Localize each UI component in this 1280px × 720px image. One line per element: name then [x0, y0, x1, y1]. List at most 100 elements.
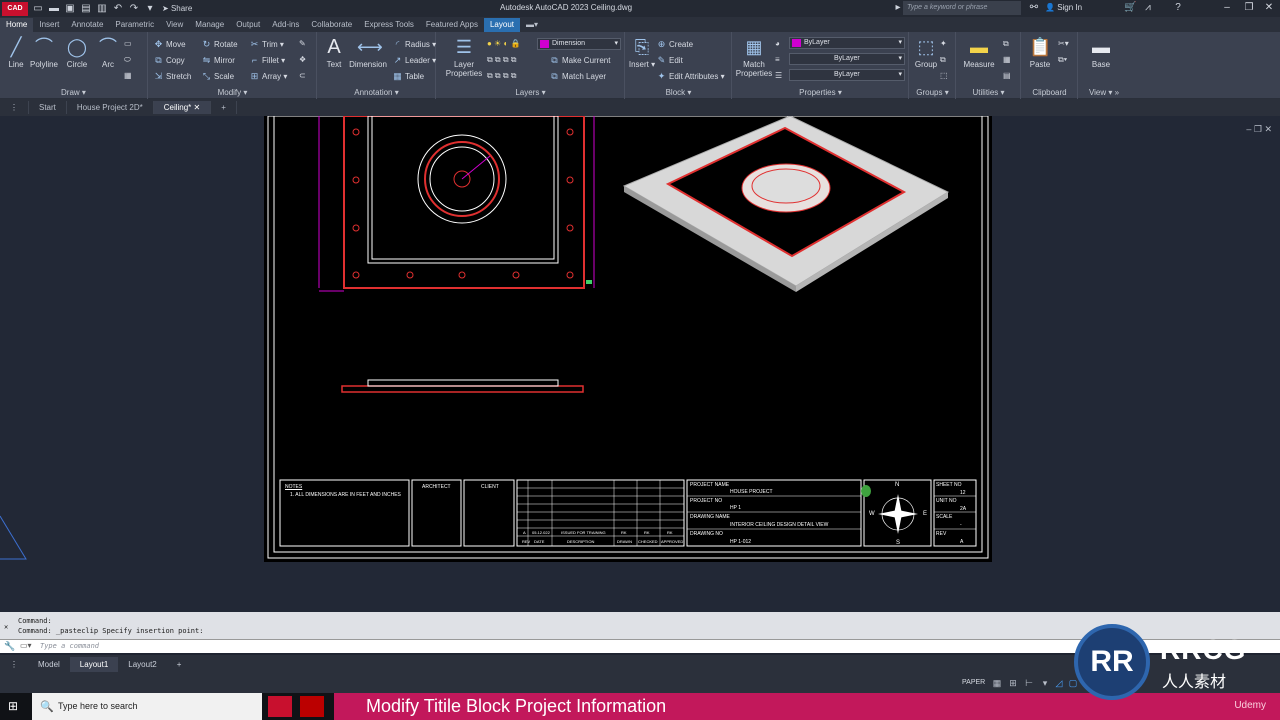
boundary-icon[interactable]: ▦ — [124, 70, 132, 82]
stretch-button[interactable]: ⇲ Stretch — [153, 70, 192, 82]
ribbon-minimize-icon[interactable]: ▬▾ — [520, 18, 544, 32]
measure-button[interactable]: ▬ Measure — [961, 36, 997, 69]
paper-space-toggle[interactable]: PAPER — [962, 679, 985, 686]
move-button[interactable]: ✥ Move — [153, 38, 186, 50]
drawing-name-value[interactable]: INTERIOR CEILING DESIGN DETAIL VIEW — [730, 522, 828, 528]
linetype-icon[interactable]: ≡ — [775, 54, 780, 66]
lineweight-icon[interactable]: ☰ — [775, 70, 782, 82]
id-point-icon[interactable]: ▤ — [1003, 70, 1011, 82]
cut-icon[interactable]: ✂▾ — [1058, 38, 1069, 50]
grid-icon[interactable]: ▦ — [992, 678, 1002, 688]
acrobat-taskbar-icon[interactable] — [300, 696, 324, 717]
modify-panel-label[interactable]: Modify ▾ — [149, 88, 316, 97]
sheet-no-value[interactable]: 12 — [960, 490, 966, 496]
print-icon[interactable]: ▥ — [96, 3, 108, 15]
taskbar-search-input[interactable]: 🔍 Type here to search — [32, 693, 262, 720]
command-input[interactable]: Type a command — [40, 642, 99, 650]
wrench-icon[interactable]: 🔧 — [4, 641, 15, 652]
ortho-icon[interactable]: ▾ — [1040, 678, 1050, 688]
layers-panel-label[interactable]: Layers ▾ — [437, 88, 624, 97]
tab-layout1[interactable]: Layout1 — [69, 656, 119, 672]
dimension-button[interactable]: ⟷ Dimension — [348, 36, 388, 69]
trim-button[interactable]: ✂ Trim ▾ — [249, 38, 284, 50]
draw-panel-label[interactable]: Draw ▾ — [0, 88, 147, 97]
calculator-icon[interactable]: ▦ — [1003, 54, 1011, 66]
tab-collaborate[interactable]: Collaborate — [305, 18, 358, 32]
layer-state-icons[interactable]: ● ☀ ◐ 🔒 — [487, 38, 520, 50]
hatch-icon[interactable]: ⬭ — [124, 54, 131, 66]
layer-properties-button[interactable]: ☰ Layer Properties — [443, 36, 485, 78]
ungroup-icon[interactable]: ✦ — [940, 38, 947, 50]
restore-icon[interactable]: ❐ — [1242, 2, 1256, 14]
quick-select-icon[interactable]: ⧉ — [1003, 38, 1009, 50]
tab-model[interactable]: Model — [28, 657, 70, 672]
scale-button[interactable]: ⤡ Scale — [201, 70, 234, 82]
annotation-panel-label[interactable]: Annotation ▾ — [318, 88, 435, 97]
rectangle-icon[interactable]: ▭ — [124, 38, 132, 50]
group-select-icon[interactable]: ⬚ — [940, 70, 948, 82]
close-icon[interactable]: ✕ — [1262, 2, 1276, 14]
edit-attributes-button[interactable]: ✦ Edit Attributes ▾ — [656, 70, 725, 82]
lineweight-dropdown[interactable]: ByLayer ▾ — [789, 69, 905, 81]
tab-output[interactable]: Output — [230, 18, 266, 32]
tab-add-ins[interactable]: Add-ins — [266, 18, 305, 32]
match-properties-button[interactable]: ▦ Match Properties — [735, 36, 773, 78]
cart-icon[interactable]: 🛒 — [1124, 2, 1136, 14]
dropdown-icon[interactable]: ▾ — [144, 3, 156, 15]
save-as-icon[interactable]: ▤ — [80, 3, 92, 15]
menu-icon[interactable]: ⋮ — [0, 101, 29, 114]
autocad-taskbar-icon[interactable] — [268, 696, 292, 717]
table-button[interactable]: ▦ Table — [392, 70, 424, 82]
circle-button[interactable]: ◯ Circle — [61, 36, 93, 69]
block-panel-label[interactable]: Block ▾ — [626, 88, 731, 97]
linetype-dropdown[interactable]: ByLayer ▾ — [789, 53, 905, 65]
help-search-input[interactable]: Type a keyword or phrase — [903, 1, 1021, 15]
close-command-icon[interactable]: ✕ — [4, 622, 8, 632]
explode-icon[interactable]: ❖ — [299, 54, 306, 66]
polyline-button[interactable]: ⌒ Polyline — [28, 36, 60, 69]
groups-panel-label[interactable]: Groups ▾ — [910, 88, 955, 97]
undo-icon[interactable]: ↶ — [112, 3, 124, 15]
rev-value[interactable]: A — [960, 539, 963, 545]
color-dropdown[interactable]: ByLayer ▾ — [789, 37, 905, 49]
layer-tool-icons-row2[interactable]: ⧉ ⧉ ⧉ ⧉ — [487, 70, 517, 82]
insert-button[interactable]: ⎘ Insert ▾ — [626, 36, 658, 69]
drawing-canvas[interactable]: – ❐ ✕ NOTES 1. ALL DIMENSIONS ARE IN FEE… — [0, 116, 1280, 612]
erase-icon[interactable]: ✎ — [299, 38, 306, 50]
clipboard-panel-label[interactable]: Clipboard — [1022, 88, 1077, 97]
command-dropdown-icon[interactable]: ▭▾ — [20, 641, 32, 650]
tab-insert[interactable]: Insert — [33, 18, 65, 32]
drawing-no-value[interactable]: HP 1-012 — [730, 539, 751, 545]
tab-home[interactable]: Home — [0, 18, 34, 32]
group-edit-icon[interactable]: ⧉ — [940, 54, 946, 66]
scale-value[interactable]: - — [960, 522, 962, 528]
fillet-button[interactable]: ⌐ Fillet ▾ — [249, 54, 285, 66]
redo-icon[interactable]: ↷ — [128, 3, 140, 15]
add-layout-icon[interactable]: + — [167, 657, 192, 672]
tab-annotate[interactable]: Annotate — [65, 18, 109, 32]
windows-start-icon[interactable]: ⊞ — [8, 699, 22, 713]
copy-button[interactable]: ⧉ Copy — [153, 54, 184, 66]
text-button[interactable]: A Text — [318, 36, 350, 69]
view-panel-label[interactable]: View ▾ » — [1079, 88, 1129, 97]
help-icon[interactable]: ? — [1172, 2, 1184, 14]
sign-in-button[interactable]: 👤 Sign In — [1045, 3, 1082, 12]
paste-button[interactable]: 📋 Paste — [1024, 36, 1056, 69]
new-tab-icon[interactable]: + — [211, 101, 237, 114]
tab-layout[interactable]: Layout — [483, 18, 520, 32]
mirror-button[interactable]: ⇋ Mirror — [201, 54, 235, 66]
tab-view[interactable]: View — [160, 18, 189, 32]
tab-parametric[interactable]: Parametric — [109, 18, 160, 32]
rotate-button[interactable]: ↻ Rotate — [201, 38, 238, 50]
file-tab-house-project[interactable]: House Project 2D* — [67, 101, 154, 114]
polar-icon[interactable]: ◿ — [1054, 678, 1064, 688]
binoculars-icon[interactable]: ⚯ — [1028, 2, 1040, 14]
share-button[interactable]: ➤ Share — [162, 4, 192, 13]
match-layer-button[interactable]: ⧉ Match Layer — [549, 70, 606, 82]
tab-layout2[interactable]: Layout2 — [118, 657, 166, 672]
offset-icon[interactable]: ⊂ — [299, 70, 306, 82]
leader-button[interactable]: ↗ Leader ▾ — [392, 54, 436, 66]
autodesk-a-icon[interactable]: ⩘ — [1142, 2, 1154, 14]
properties-panel-label[interactable]: Properties ▾ — [733, 88, 908, 97]
unit-no-value[interactable]: 2A — [960, 506, 966, 512]
